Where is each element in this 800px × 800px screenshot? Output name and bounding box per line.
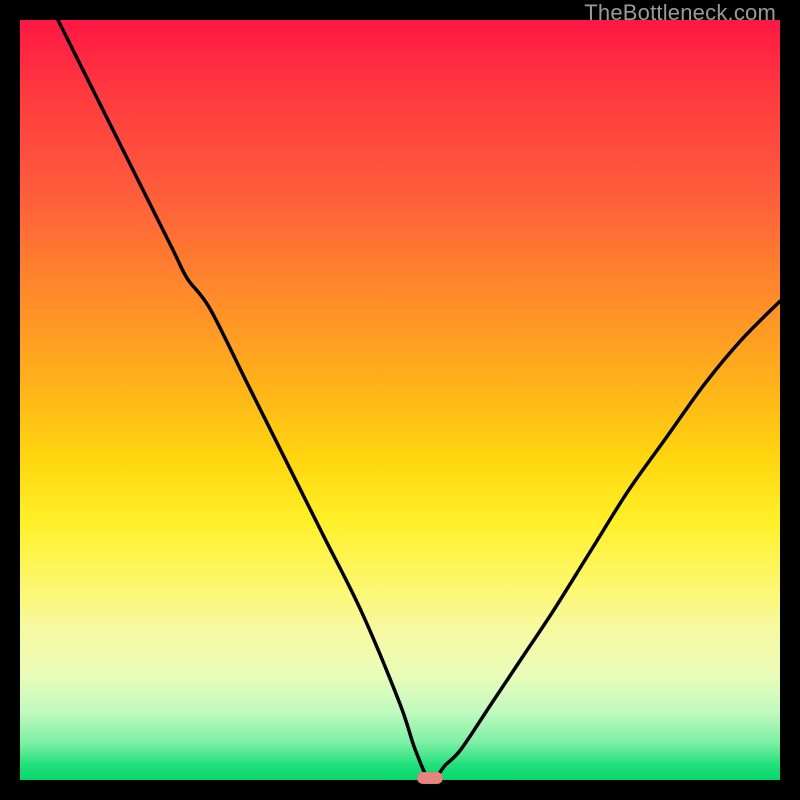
- optimum-marker: [417, 772, 443, 784]
- chart-frame: TheBottleneck.com: [0, 0, 800, 800]
- bottleneck-curve: [20, 20, 780, 780]
- plot-area: [20, 20, 780, 780]
- curve-path: [58, 20, 780, 780]
